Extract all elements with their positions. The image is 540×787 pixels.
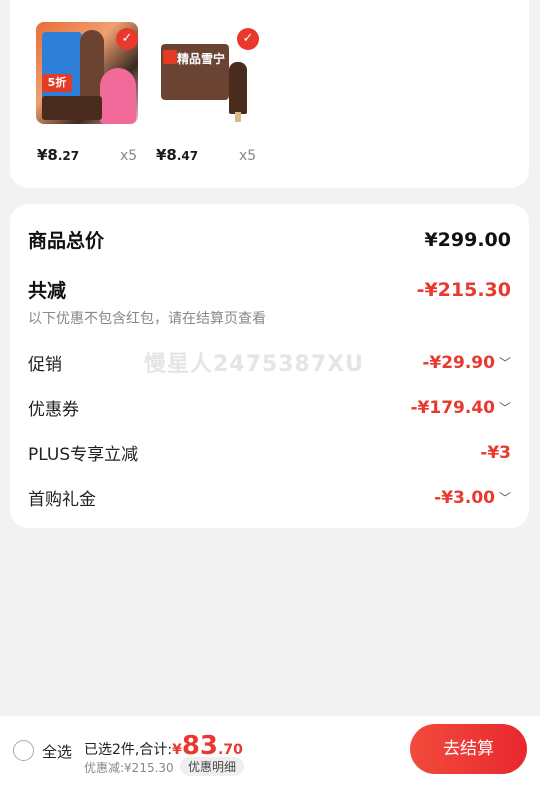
- chevron-down-icon[interactable]: ﹀: [499, 354, 511, 371]
- discount-detail-button[interactable]: 优惠明细: [180, 757, 245, 776]
- selection-summary: 已选2件,合计: ¥83.70: [84, 731, 243, 761]
- product-item-2[interactable]: 精品雪宁 ✓: [157, 22, 261, 124]
- discount-value: -¥179.40 ﹀: [410, 397, 511, 418]
- discount-label: 优惠券: [28, 400, 79, 420]
- discount-value: -¥3.00 ﹀: [434, 487, 511, 508]
- total-price-row: 商品总价 ¥299.00: [28, 226, 511, 253]
- product-price: ¥8.27: [37, 146, 80, 164]
- selected-products-card: 5折 ✓ ¥8.27 x5 精品雪宁 ✓ ¥8.47 x5: [10, 0, 529, 188]
- discount-value: -¥3: [480, 442, 511, 463]
- order-total: ¥83.70: [172, 731, 243, 761]
- discount-row-promotion[interactable]: 促销 -¥29.90 ﹀: [28, 350, 511, 376]
- price-summary-card: 商品总价 ¥299.00 共减 -¥215.30 以下优惠不包含红包，请在结算页…: [10, 204, 529, 528]
- chevron-down-icon[interactable]: ﹀: [499, 489, 511, 506]
- discount-label: 促销: [28, 355, 62, 375]
- discount-total-text: 优惠减:¥215.30: [84, 761, 174, 775]
- total-price-value: ¥299.00: [424, 228, 511, 251]
- product-price: ¥8.47: [156, 146, 199, 164]
- product-item-1[interactable]: 5折 ✓: [36, 22, 140, 124]
- total-reduction-label: 共减: [28, 280, 67, 302]
- total-reduction-value: -¥215.30: [416, 278, 511, 301]
- discount-value: -¥29.90 ﹀: [422, 352, 511, 373]
- select-all-radio[interactable]: [13, 740, 34, 761]
- product-quantity: x5: [239, 148, 257, 164]
- discount-label: 首购礼金: [28, 490, 96, 510]
- product-quantity: x5: [120, 148, 138, 164]
- checked-icon[interactable]: ✓: [116, 28, 138, 50]
- reduction-note: 以下优惠不包含红包，请在结算页查看: [28, 311, 266, 327]
- total-reduction-row: 共减 -¥215.30: [28, 276, 511, 303]
- discount-row-first-purchase[interactable]: 首购礼金 -¥3.00 ﹀: [28, 485, 511, 511]
- discount-row-coupon[interactable]: 优惠券 -¥179.40 ﹀: [28, 395, 511, 421]
- checkout-button[interactable]: 去结算: [410, 724, 527, 774]
- checkout-bar: 全选 已选2件,合计: ¥83.70 优惠减:¥215.30 优惠明细 去结算: [0, 716, 540, 787]
- total-price-label: 商品总价: [28, 230, 105, 252]
- selected-count-text: 已选2件,合计:: [84, 742, 173, 758]
- discount-row-plus: PLUS专享立减 -¥3: [28, 440, 511, 466]
- checked-icon[interactable]: ✓: [237, 28, 259, 50]
- chevron-down-icon[interactable]: ﹀: [499, 399, 511, 416]
- discount-label: PLUS专享立减: [28, 445, 139, 465]
- select-all-label[interactable]: 全选: [42, 741, 72, 762]
